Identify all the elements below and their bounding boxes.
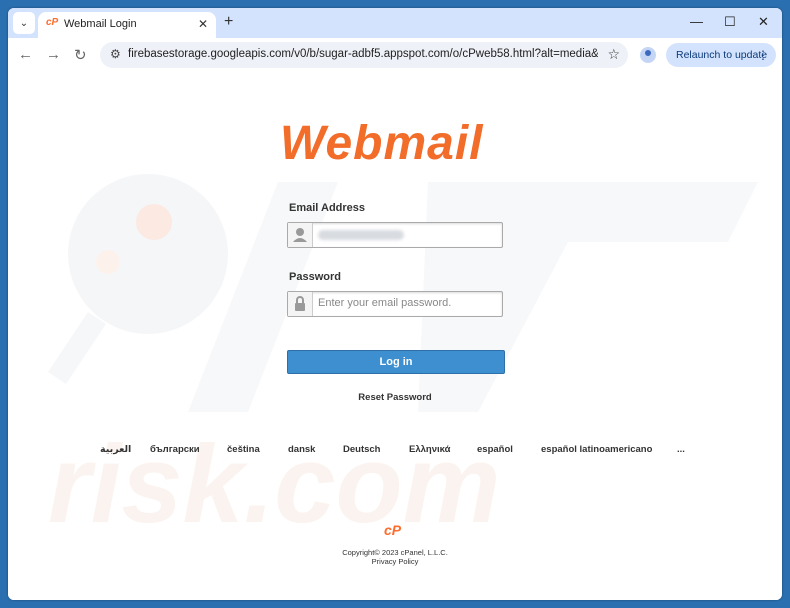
- reset-password-link[interactable]: Reset Password: [8, 392, 782, 403]
- url-text: firebasestorage.googleapis.com/v0/b/suga…: [128, 48, 598, 60]
- email-label: Email Address: [289, 202, 366, 214]
- password-field[interactable]: Enter your email password.: [287, 291, 503, 317]
- lang-bulgarian[interactable]: български: [150, 444, 200, 455]
- profile-avatar-icon[interactable]: [640, 47, 656, 63]
- more-languages[interactable]: ...: [677, 444, 685, 455]
- password-placeholder: Enter your email password.: [318, 297, 452, 309]
- browser-toolbar: ← → ↻ ⚙ firebasestorage.googleapis.com/v…: [8, 38, 782, 72]
- tab-search-button[interactable]: ⌄: [13, 12, 35, 34]
- tab-strip: ⌄ cP Webmail Login ✕ + — ☐ ✕: [8, 8, 782, 38]
- svg-text:risk.com: risk.com: [48, 423, 500, 546]
- lang-greek[interactable]: Ελληνικά: [409, 444, 450, 455]
- copyright-text: Copyright© 2023 cPanel, L.L.C.: [342, 548, 448, 557]
- email-value-redacted: [318, 230, 404, 240]
- forward-icon[interactable]: →: [46, 46, 61, 63]
- privacy-policy-link[interactable]: Privacy Policy: [8, 557, 782, 566]
- user-icon: [288, 223, 313, 247]
- page-content: risk.com Webmail Email Address Password …: [8, 72, 782, 600]
- new-tab-icon[interactable]: +: [224, 13, 233, 31]
- lang-danish[interactable]: dansk: [288, 444, 315, 455]
- cpanel-favicon-icon: cP: [46, 17, 59, 28]
- site-info-icon[interactable]: ⚙: [110, 47, 121, 61]
- menu-dots-icon[interactable]: ⋮: [757, 43, 769, 67]
- minimize-icon[interactable]: —: [690, 14, 703, 29]
- relaunch-label: Relaunch to update: [676, 49, 768, 61]
- lang-spanish-latam[interactable]: español latinoamericano: [541, 444, 652, 455]
- chevron-down-icon: ⌄: [19, 17, 29, 29]
- reload-icon[interactable]: ↻: [74, 46, 87, 64]
- close-tab-icon[interactable]: ✕: [198, 17, 208, 31]
- lang-czech[interactable]: čeština: [227, 444, 260, 455]
- cpanel-logo-icon: cP: [384, 522, 402, 538]
- address-bar[interactable]: ⚙ firebasestorage.googleapis.com/v0/b/su…: [100, 42, 628, 68]
- relaunch-button[interactable]: Relaunch to update ⋮: [666, 43, 776, 67]
- back-icon[interactable]: ←: [18, 46, 33, 63]
- language-list: العربية български čeština dansk Deutsch …: [8, 444, 782, 458]
- footer: Copyright© 2023 cPanel, L.L.C. Privacy P…: [8, 548, 782, 566]
- tab-title: Webmail Login: [64, 18, 137, 30]
- password-label: Password: [289, 271, 341, 283]
- login-button[interactable]: Log in: [287, 350, 505, 374]
- maximize-icon[interactable]: ☐: [724, 14, 736, 30]
- lang-arabic[interactable]: العربية: [100, 444, 131, 455]
- close-window-icon[interactable]: ✕: [758, 14, 769, 30]
- bookmark-star-icon[interactable]: ☆: [607, 46, 620, 63]
- lang-german[interactable]: Deutsch: [343, 444, 380, 455]
- lang-spanish[interactable]: español: [477, 444, 513, 455]
- tab-webmail-login[interactable]: cP Webmail Login ✕: [38, 12, 216, 38]
- browser-window: ⌄ cP Webmail Login ✕ + — ☐ ✕ ← → ↻ ⚙ fir…: [8, 8, 782, 600]
- webmail-logo: Webmail: [280, 117, 484, 170]
- email-field[interactable]: [287, 222, 503, 248]
- lock-icon: [288, 292, 313, 316]
